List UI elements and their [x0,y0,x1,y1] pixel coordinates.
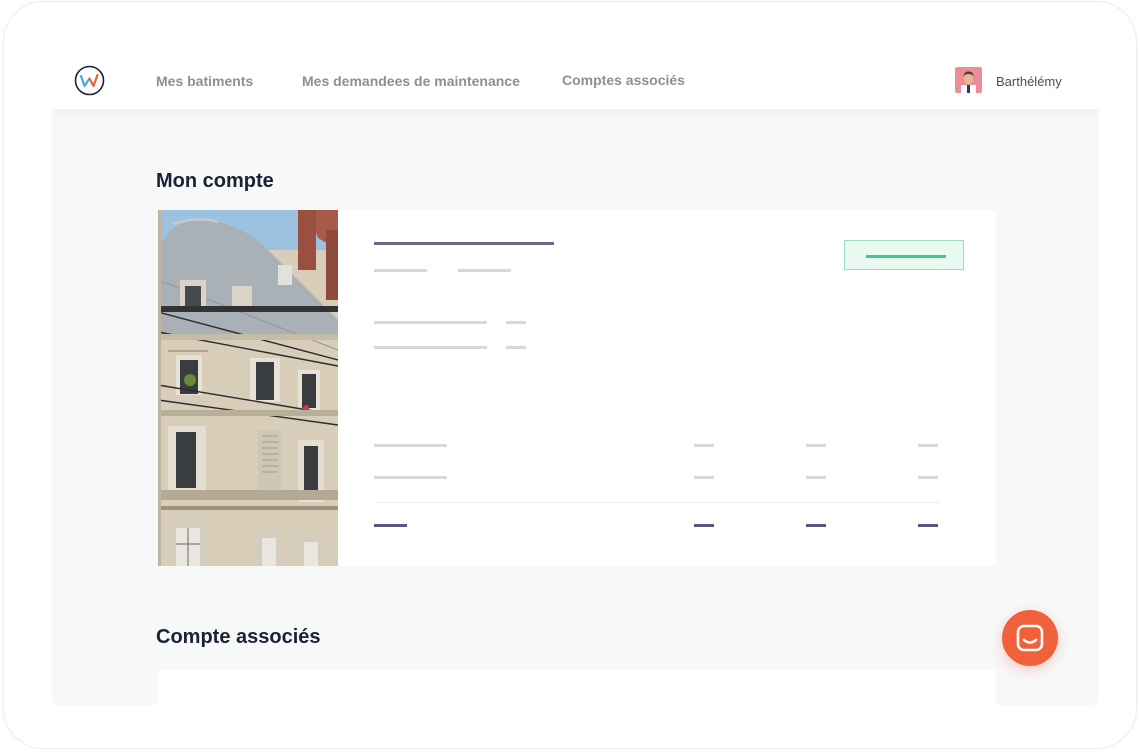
nav-link-maintenance-requests[interactable]: Mes demandees de maintenance [302,73,520,89]
top-navigation-bar: Mes batiments Mes demandees de maintenan… [52,54,1099,109]
chat-icon [1016,624,1044,652]
nav-link-buildings[interactable]: Mes batiments [156,73,253,89]
table-row-label-placeholder [374,444,447,447]
detail-value-placeholder [506,346,526,349]
wm-logo-icon[interactable] [74,65,105,96]
account-meta-placeholder [374,269,427,272]
table-cell-placeholder [918,476,938,479]
device-frame: Mes batiments Mes demandees de maintenan… [4,2,1136,748]
app-screen: Mes batiments Mes demandees de maintenan… [52,54,1099,705]
associated-accounts-card[interactable] [158,670,996,705]
detail-label-placeholder [374,321,487,324]
detail-label-placeholder [374,346,487,349]
account-title-placeholder [374,242,554,245]
account-card[interactable] [158,210,996,566]
status-badge [844,240,964,270]
table-total-placeholder [806,524,826,527]
table-cell-placeholder [806,476,826,479]
section-title-associated: Compte associés [156,626,321,648]
user-avatar[interactable] [955,67,982,93]
table-cell-placeholder [918,444,938,447]
table-total-placeholder [918,524,938,527]
detail-value-placeholder [506,321,526,324]
building-photo [158,210,338,566]
nav-link-associated-accounts[interactable]: Comptes associés [562,72,685,88]
table-cell-placeholder [694,444,714,447]
chat-button[interactable] [1002,610,1058,666]
table-divider [374,502,940,503]
table-row-label-placeholder [374,476,447,479]
table-cell-placeholder [694,476,714,479]
table-total-placeholder [694,524,714,527]
user-name[interactable]: Barthélémy [996,74,1062,89]
section-title-account: Mon compte [156,170,274,192]
account-meta-placeholder [458,269,511,272]
table-cell-placeholder [806,444,826,447]
table-total-label-placeholder [374,524,407,527]
